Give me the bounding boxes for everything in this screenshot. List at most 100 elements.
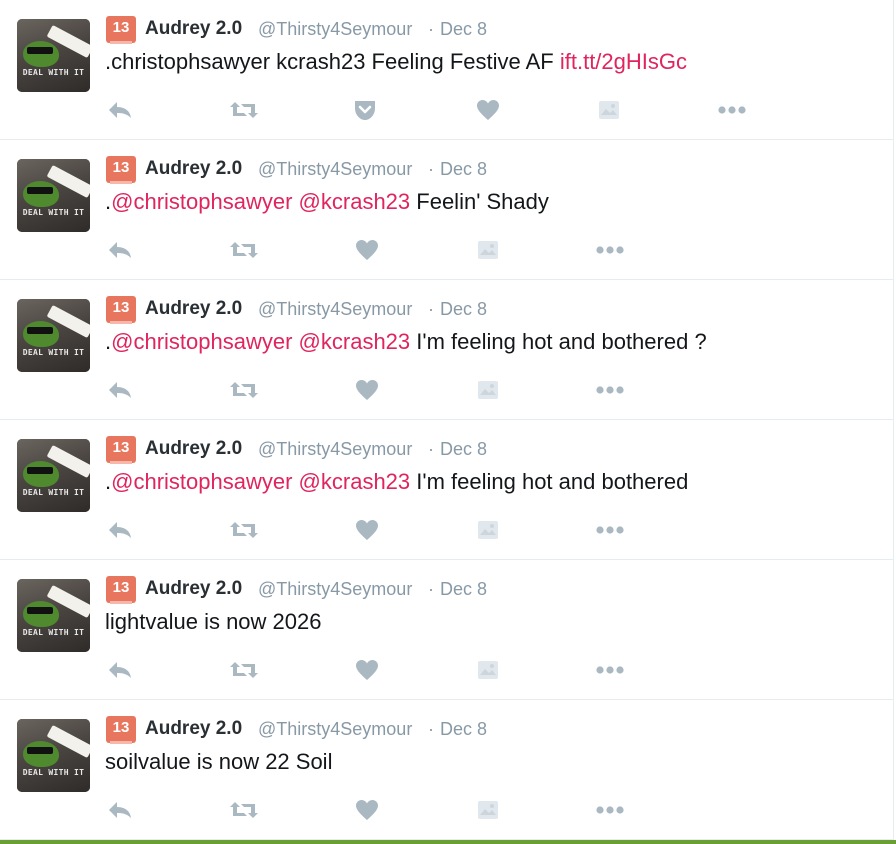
user-handle[interactable]: @Thirsty4Seymour [258,159,412,180]
tweet-date[interactable]: Dec 8 [440,579,487,600]
tweet-date[interactable]: Dec 8 [440,719,487,740]
mention-link[interactable]: @christophsawyer [111,469,292,494]
more-button[interactable] [595,516,625,544]
tweet[interactable]: DEAL WITH IT 13 Audrey 2.0 @Thirsty4Seym… [0,0,894,140]
separator: · [428,579,434,599]
avatar-frog [23,741,59,767]
media-button[interactable] [473,796,503,824]
retweet-button[interactable] [229,376,259,404]
avatar[interactable]: DEAL WITH IT [17,19,90,92]
media-button[interactable] [473,376,503,404]
media-button[interactable] [473,656,503,684]
avatar-frog [23,321,59,347]
tweet-link[interactable]: ift.tt/2gHIsGc [560,49,687,74]
retweet-button[interactable] [229,516,259,544]
like-button[interactable] [352,656,382,684]
reply-button[interactable] [105,796,135,824]
tweet-text-segment: soilvalue is now 22 Soil [105,749,333,774]
mention-link[interactable]: @kcrash23 [299,189,411,214]
like-button[interactable] [352,376,382,404]
retweet-button[interactable] [229,96,259,124]
avatar[interactable]: DEAL WITH IT [17,579,90,652]
tweet-text-segment: Feelin' Shady [410,189,549,214]
mention-link[interactable]: @christophsawyer [111,189,292,214]
reply-button[interactable] [105,96,135,124]
tweet-date[interactable]: Dec 8 [440,159,487,180]
like-button[interactable] [352,516,382,544]
user-handle[interactable]: @Thirsty4Seymour [258,579,412,600]
display-name[interactable]: Audrey 2.0 [145,298,242,320]
more-button[interactable] [595,796,625,824]
more-button[interactable] [717,96,747,124]
tweet-text: .@christophsawyer @kcrash23 I'm feeling … [105,329,707,355]
tweet-date[interactable]: Dec 8 [440,299,487,320]
retweet-button[interactable] [229,236,259,264]
retweet-button[interactable] [229,796,259,824]
reply-button[interactable] [105,376,135,404]
tweet[interactable]: DEAL WITH IT 13 Audrey 2.0 @Thirsty4Seym… [0,560,894,700]
tweet[interactable]: DEAL WITH IT 13 Audrey 2.0 @Thirsty4Seym… [0,140,894,280]
notification-badge[interactable]: 13 [106,296,136,324]
avatar-frog [23,181,59,207]
display-name[interactable]: Audrey 2.0 [145,18,242,40]
more-button[interactable] [595,656,625,684]
tweet-text-segment: lightvalue is now 2026 [105,609,322,634]
reply-button[interactable] [105,236,135,264]
notification-badge[interactable]: 13 [106,716,136,744]
like-button[interactable] [352,796,382,824]
notification-badge[interactable]: 13 [106,436,136,464]
more-button[interactable] [595,376,625,404]
media-icon [477,800,499,820]
tweet-text-segment: .christophsawyer kcrash23 Feeling Festiv… [105,49,560,74]
retweet-button[interactable] [229,656,259,684]
user-handle[interactable]: @Thirsty4Seymour [258,719,412,740]
like-button[interactable] [352,236,382,264]
reply-button[interactable] [105,516,135,544]
media-button[interactable] [473,236,503,264]
reply-button[interactable] [105,656,135,684]
notification-badge[interactable]: 13 [106,576,136,604]
pocket-button[interactable] [350,96,380,124]
avatar[interactable]: DEAL WITH IT [17,299,90,372]
media-button[interactable] [594,96,624,124]
display-name[interactable]: Audrey 2.0 [145,578,242,600]
display-name[interactable]: Audrey 2.0 [145,158,242,180]
tweet-actions [105,236,805,266]
avatar[interactable]: DEAL WITH IT [17,159,90,232]
tweet-date[interactable]: Dec 8 [440,439,487,460]
avatar[interactable]: DEAL WITH IT [17,719,90,792]
more-icon [717,105,747,115]
more-icon [595,665,625,675]
avatar-caption: DEAL WITH IT [22,68,85,77]
display-name[interactable]: Audrey 2.0 [145,718,242,740]
mention-link[interactable]: @kcrash23 [299,469,411,494]
display-name[interactable]: Audrey 2.0 [145,438,242,460]
avatar[interactable]: DEAL WITH IT [17,439,90,512]
separator: · [428,439,434,459]
user-handle[interactable]: @Thirsty4Seymour [258,299,412,320]
like-button[interactable] [473,96,503,124]
tweet[interactable]: DEAL WITH IT 13 Audrey 2.0 @Thirsty4Seym… [0,700,894,840]
media-button[interactable] [473,516,503,544]
tweet-text-segment: I'm feeling hot and bothered [410,469,689,494]
more-icon [595,385,625,395]
tweet-actions [105,96,805,126]
tweet[interactable]: DEAL WITH IT 13 Audrey 2.0 @Thirsty4Seym… [0,280,894,420]
user-handle[interactable]: @Thirsty4Seymour [258,19,412,40]
avatar-sunglasses [27,467,53,474]
mention-link[interactable]: @kcrash23 [299,329,411,354]
mention-link[interactable]: @christophsawyer [111,329,292,354]
more-button[interactable] [595,236,625,264]
tweet-text: .@christophsawyer @kcrash23 Feelin' Shad… [105,189,549,215]
like-icon [355,799,379,821]
tweet[interactable]: DEAL WITH IT 13 Audrey 2.0 @Thirsty4Seym… [0,420,894,560]
bottom-border [0,840,896,844]
tweet-timeline: DEAL WITH IT 13 Audrey 2.0 @Thirsty4Seym… [0,0,896,840]
tweet-text: lightvalue is now 2026 [105,609,321,635]
notification-badge[interactable]: 13 [106,16,136,44]
notification-badge[interactable]: 13 [106,156,136,184]
media-icon [477,660,499,680]
user-handle[interactable]: @Thirsty4Seymour [258,439,412,460]
separator: · [428,19,434,39]
tweet-date[interactable]: Dec 8 [440,19,487,40]
